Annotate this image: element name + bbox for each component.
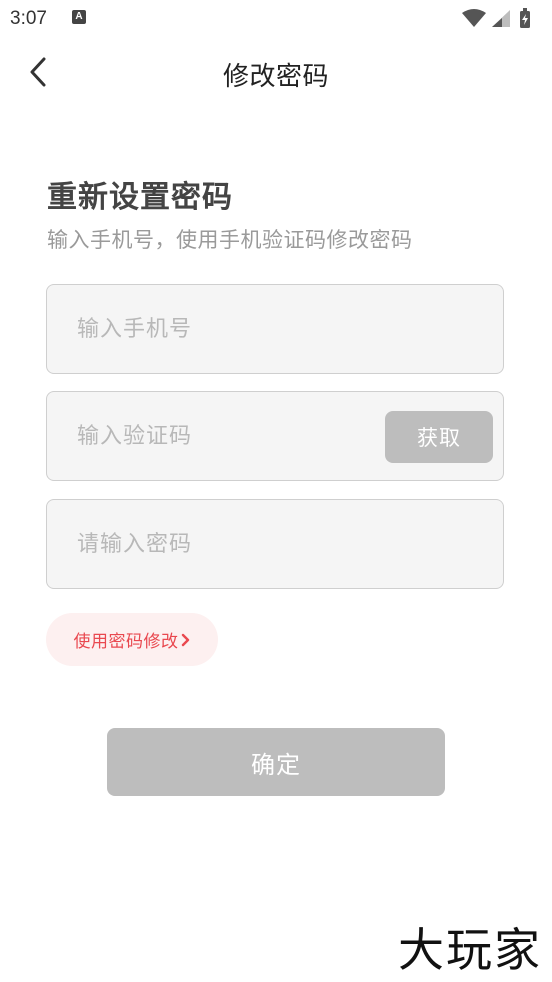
title-bar: 修改密码	[0, 36, 552, 112]
battery-icon	[520, 8, 530, 28]
watermark-logo: 大玩家	[398, 923, 542, 977]
status-icons	[460, 7, 540, 29]
a-notification-icon: A	[72, 10, 86, 24]
password-field	[46, 499, 504, 589]
phone-field	[46, 284, 504, 374]
code-field: 获取	[46, 391, 504, 481]
section-subheading: 输入手机号，使用手机验证码修改密码	[47, 228, 413, 252]
status-time: 3:07	[10, 8, 47, 29]
confirm-button[interactable]: 确定	[107, 728, 445, 796]
section-heading: 重新设置密码	[47, 180, 233, 215]
status-bar: 3:07 A	[0, 0, 552, 36]
verification-code-input[interactable]	[77, 392, 357, 480]
wifi-icon	[462, 9, 486, 27]
use-password-modify-link[interactable]: 使用密码修改	[46, 613, 218, 666]
chevron-right-icon	[181, 633, 191, 647]
cell-signal-icon	[492, 10, 510, 27]
page-title: 修改密码	[222, 62, 329, 92]
get-code-button[interactable]: 获取	[385, 411, 493, 463]
password-input[interactable]	[77, 500, 397, 588]
use-password-modify-label: 使用密码修改	[73, 632, 179, 652]
phone-input[interactable]	[77, 285, 397, 373]
